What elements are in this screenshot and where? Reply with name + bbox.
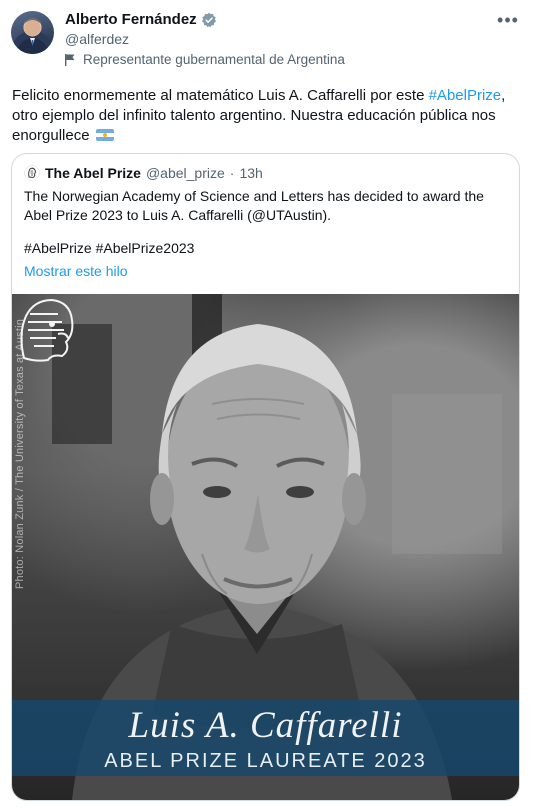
- more-icon[interactable]: •••: [497, 10, 519, 30]
- hashtag-link[interactable]: #AbelPrize: [429, 87, 502, 104]
- photo-credit: Photo: Nolan Zunk / The University of Te…: [14, 318, 26, 589]
- separator-dot: ·: [229, 165, 235, 181]
- tweet-text-part: Felicito enormemente al matemático Luis …: [12, 87, 429, 104]
- verified-badge-icon: [201, 12, 216, 27]
- tweet-text: Felicito enormemente al matemático Luis …: [12, 86, 517, 146]
- author-name-row: Alberto Fernández: [65, 11, 217, 28]
- argentina-flag-icon: [95, 129, 114, 141]
- flag-icon: [65, 53, 75, 66]
- affiliation-label: Representante gubernamental de Argentina: [65, 52, 345, 67]
- quoted-author-name[interactable]: The Abel Prize: [45, 165, 141, 181]
- show-thread-link[interactable]: Mostrar este hilo: [24, 263, 127, 279]
- author-name[interactable]: Alberto Fernández: [65, 11, 197, 28]
- laureate-subtitle: ABEL PRIZE LAUREATE 2023: [104, 750, 427, 772]
- quoted-tweet[interactable]: The Abel Prize @abel_prize · 13h The Nor…: [11, 153, 520, 801]
- abel-prize-avatar-icon[interactable]: [24, 165, 40, 181]
- quoted-hashtags[interactable]: #AbelPrize #AbelPrize2023: [24, 240, 194, 256]
- quoted-author-handle[interactable]: @abel_prize: [146, 165, 225, 181]
- quoted-header: The Abel Prize @abel_prize · 13h: [24, 165, 263, 181]
- quoted-text: The Norwegian Academy of Science and Let…: [24, 188, 484, 223]
- quoted-timestamp[interactable]: 13h: [239, 165, 262, 181]
- laureate-name: Luis A. Caffarelli: [128, 705, 403, 746]
- affiliation-text: Representante gubernamental de Argentina: [83, 52, 345, 67]
- avatar[interactable]: [11, 11, 54, 54]
- quoted-photo[interactable]: Photo: Nolan Zunk / The University of Te…: [12, 294, 519, 800]
- author-handle[interactable]: @alferdez: [65, 31, 129, 47]
